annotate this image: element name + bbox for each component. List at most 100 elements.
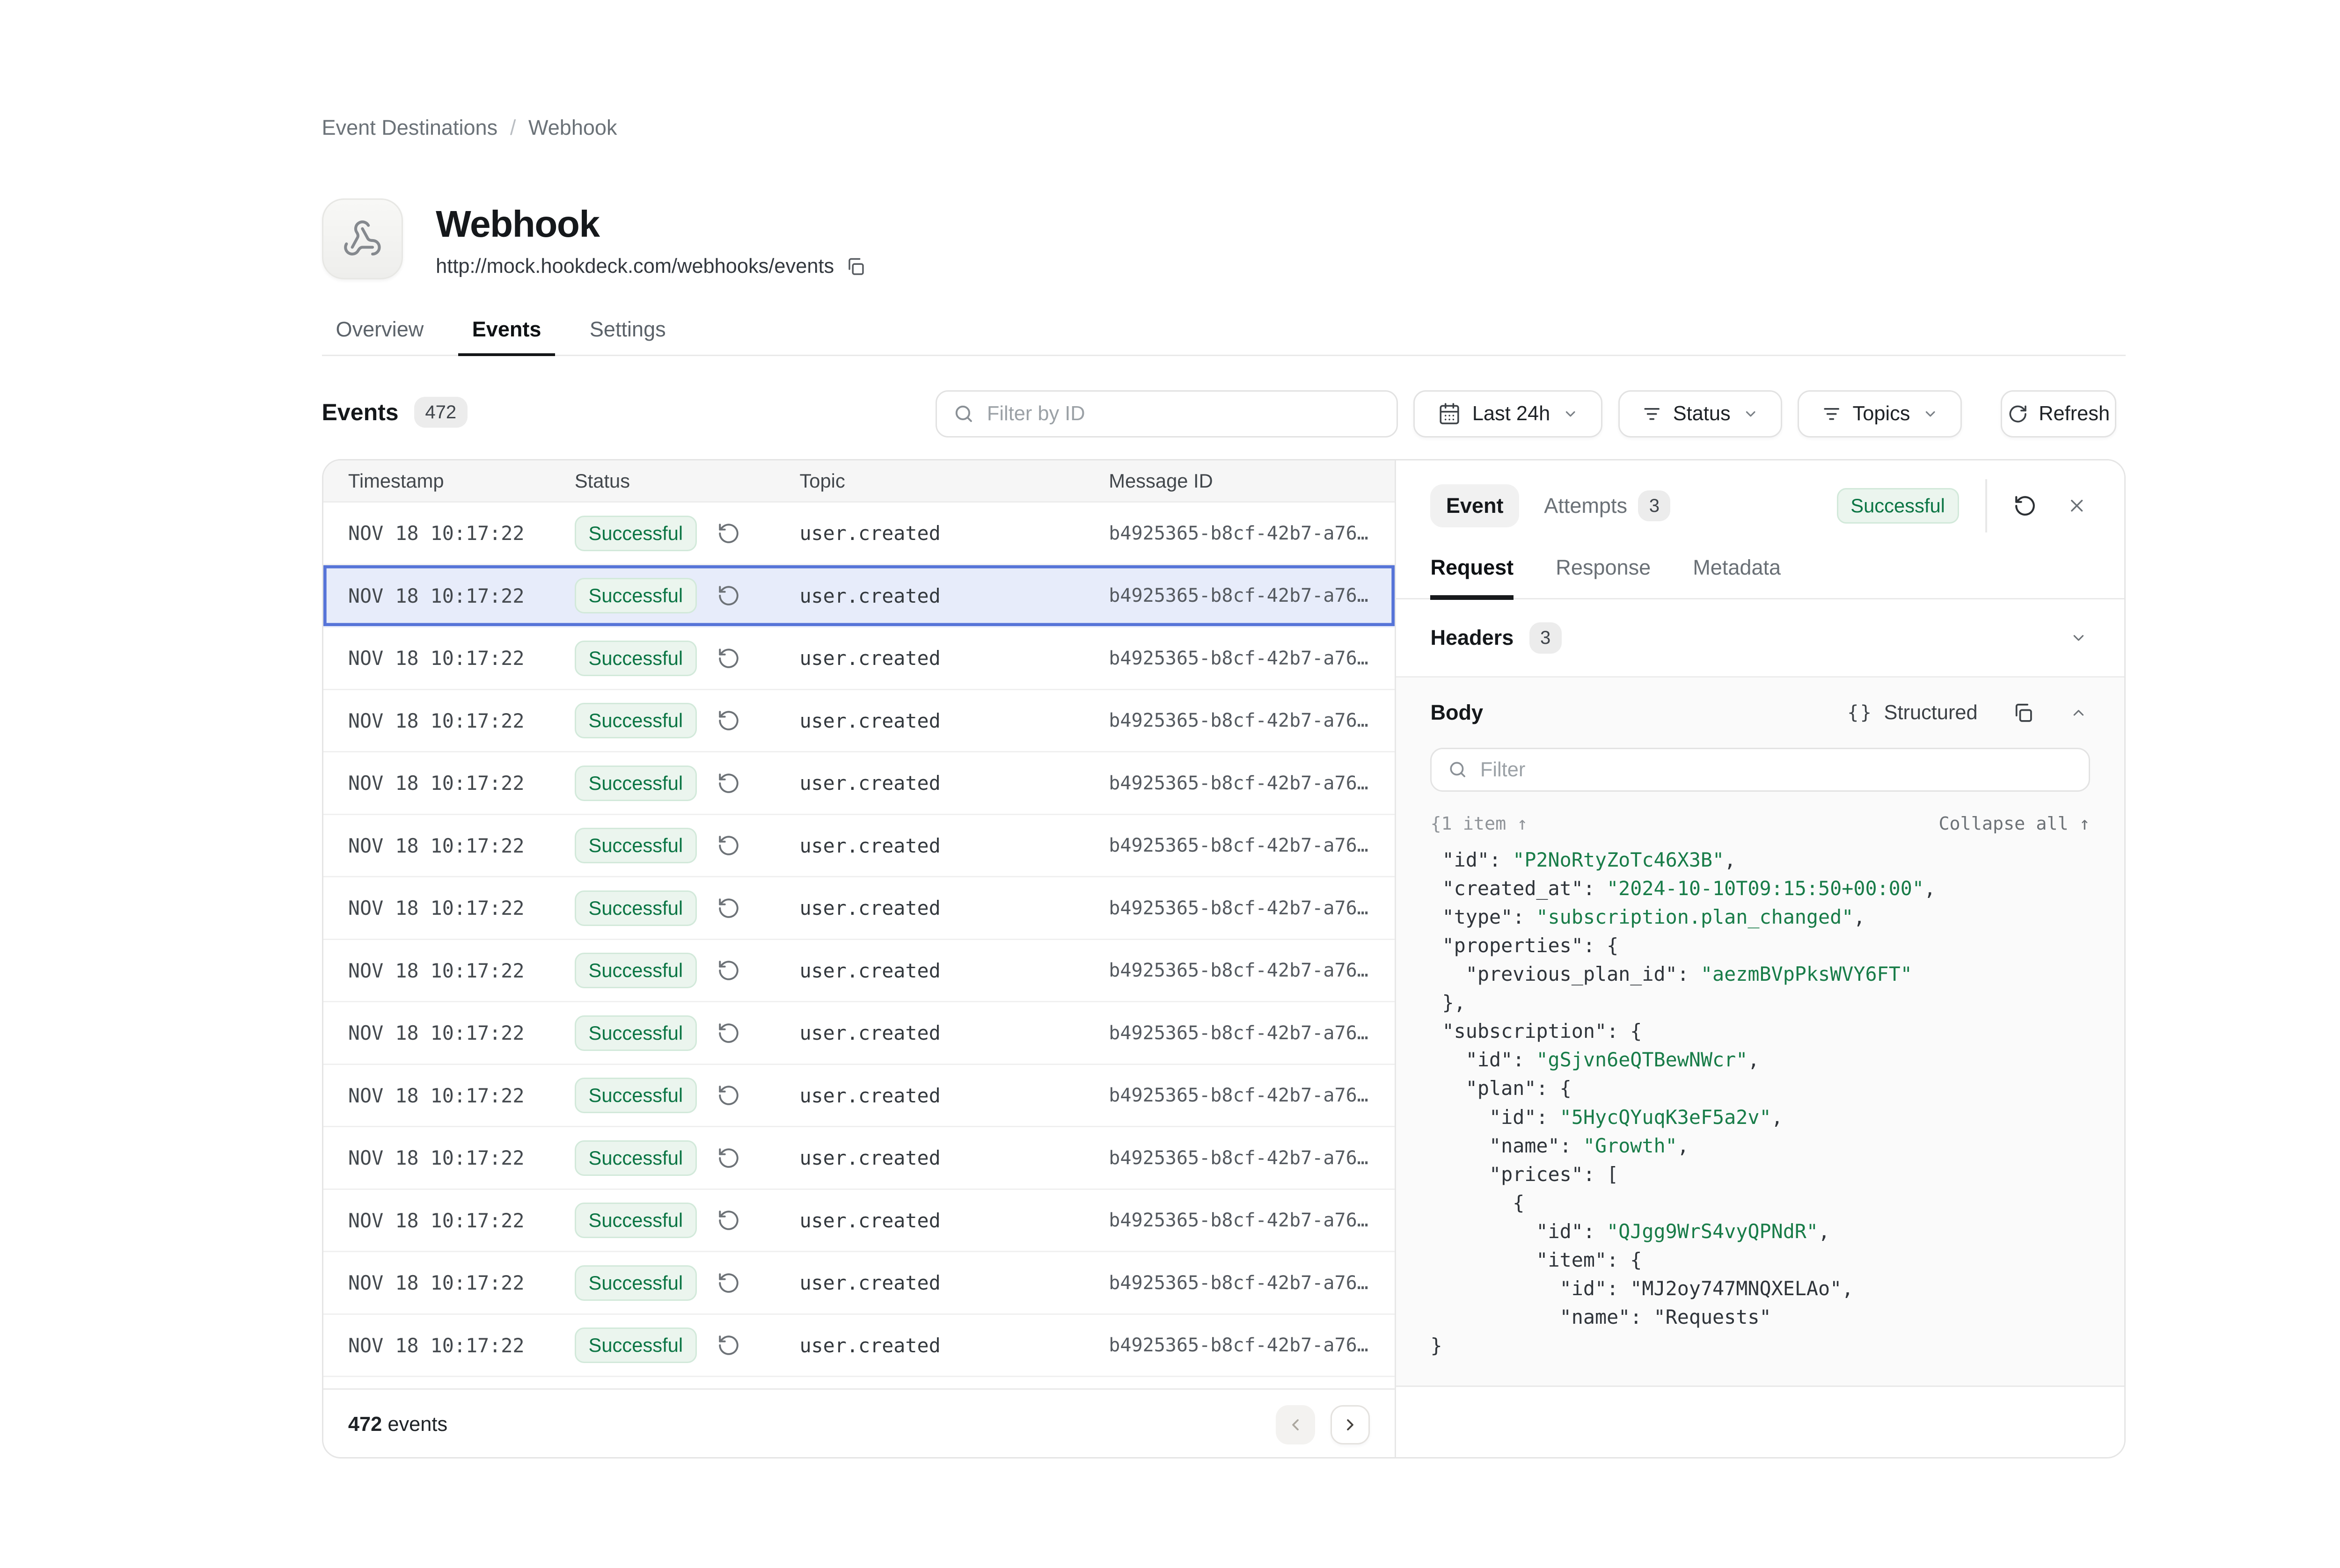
row-status-cell: Successful	[575, 578, 800, 613]
panel-tab-event[interactable]: Event	[1430, 484, 1519, 527]
retry-icon[interactable]	[717, 1334, 740, 1357]
table-row[interactable]: NOV 18 10:17:22Successful user.createdb4…	[323, 1065, 1395, 1128]
events-controls: Events 472 Last 24h Status	[322, 390, 2126, 437]
copy-body-icon[interactable]	[2012, 702, 2034, 724]
table-row[interactable]: NOV 18 10:17:22Successful user.createdb4…	[323, 1252, 1395, 1315]
row-status-cell: Successful	[575, 1327, 800, 1363]
json-line: "name": "Growth",	[1430, 1131, 2090, 1160]
collapse-all-button[interactable]: Collapse all ↑	[1938, 813, 2090, 834]
retry-icon[interactable]	[717, 897, 740, 920]
chevron-down-icon	[1563, 406, 1578, 422]
status-filter-button[interactable]: Status	[1618, 390, 1782, 437]
table-row[interactable]: NOV 18 10:17:22Successful user.createdb4…	[323, 1002, 1395, 1065]
webhook-icon	[342, 219, 383, 259]
tab-metadata[interactable]: Metadata	[1693, 551, 1781, 598]
webhook-events-page: Event Destinations / Webhook Webhook htt…	[0, 0, 2340, 1568]
date-range-button[interactable]: Last 24h	[1413, 390, 1602, 437]
row-message-id: b4925365-b8cf-42b7-a76…	[1109, 897, 1395, 919]
breadcrumb-event-destinations[interactable]: Event Destinations	[322, 116, 498, 140]
row-message-id: b4925365-b8cf-42b7-a76…	[1109, 835, 1395, 856]
row-timestamp: NOV 18 10:17:22	[348, 1084, 575, 1107]
retry-icon[interactable]	[717, 1021, 740, 1045]
retry-event-icon[interactable]	[2013, 494, 2037, 518]
retry-icon[interactable]	[717, 709, 740, 732]
table-row[interactable]: NOV 18 10:17:22Successful user.createdb4…	[323, 565, 1395, 628]
status-badge: Successful	[575, 1265, 697, 1301]
row-status-cell: Successful	[575, 828, 800, 863]
status-filter-label: Status	[1673, 402, 1731, 425]
row-topic: user.created	[799, 959, 1109, 982]
tab-request[interactable]: Request	[1430, 551, 1514, 598]
panel-bottom-strip	[1396, 1386, 2124, 1458]
table-row[interactable]: NOV 18 10:17:22Successful user.createdb4…	[323, 815, 1395, 878]
refresh-button[interactable]: Refresh	[2001, 390, 2116, 437]
row-status-cell: Successful	[575, 890, 800, 926]
table-row[interactable]: NOV 18 10:17:22Successful user.createdb4…	[323, 752, 1395, 815]
retry-icon[interactable]	[717, 772, 740, 795]
chevron-up-icon[interactable]	[2070, 704, 2087, 722]
retry-icon[interactable]	[717, 1271, 740, 1295]
json-line: "id": "P2NoRtyZoTc46X3B",	[1430, 846, 2090, 874]
table-row[interactable]: NOV 18 10:17:22Successful user.createdb4…	[323, 503, 1395, 565]
table-row[interactable]: NOV 18 10:17:22Successful user.createdb4…	[323, 627, 1395, 690]
status-badge: Successful	[575, 703, 697, 738]
headers-accordion[interactable]: Headers 3	[1396, 599, 2124, 678]
col-status: Status	[575, 470, 800, 492]
retry-icon[interactable]	[717, 1084, 740, 1107]
json-items-label[interactable]: {1 item ↑	[1430, 813, 1528, 834]
filter-by-id-input[interactable]	[987, 402, 1397, 425]
row-message-id: b4925365-b8cf-42b7-a76…	[1109, 960, 1395, 981]
status-badge: Successful	[575, 1203, 697, 1238]
table-row[interactable]: NOV 18 10:17:22Successful user.createdb4…	[323, 877, 1395, 940]
retry-icon[interactable]	[717, 647, 740, 670]
tab-overview[interactable]: Overview	[322, 315, 438, 355]
pagination-next-button[interactable]	[1331, 1405, 1369, 1444]
events-count-badge: 472	[414, 397, 468, 428]
json-line: {	[1430, 1189, 2090, 1217]
structured-view-toggle[interactable]: {} Structured	[1847, 701, 1977, 724]
entity-tabs: Overview Events Settings	[322, 315, 2126, 356]
copy-url-icon[interactable]	[845, 256, 865, 277]
table-row[interactable]: NOV 18 10:17:22Successful user.createdb4…	[323, 1127, 1395, 1190]
search-icon	[953, 403, 975, 425]
events-card: Timestamp Status Topic Message ID NOV 18…	[322, 459, 2126, 1459]
event-status-badge: Successful	[1837, 488, 1959, 524]
table-row[interactable]: NOV 18 10:17:22Successful user.createdb4…	[323, 690, 1395, 753]
retry-icon[interactable]	[717, 1209, 740, 1232]
json-line: "type": "subscription.plan_changed",	[1430, 903, 2090, 931]
status-badge: Successful	[575, 953, 697, 988]
row-timestamp: NOV 18 10:17:22	[348, 772, 575, 795]
chevron-down-icon	[1743, 406, 1758, 422]
chevron-down-icon[interactable]	[2070, 629, 2087, 647]
retry-icon[interactable]	[717, 959, 740, 982]
table-row[interactable]: NOV 18 10:17:22Successful user.createdb4…	[323, 1377, 1395, 1388]
entity-header: Webhook http://mock.hookdeck.com/webhook…	[322, 198, 865, 280]
close-panel-icon[interactable]	[2067, 496, 2087, 516]
json-line: "previous_plan_id": "aezmBVpPksWVY6FT"	[1430, 960, 2090, 988]
body-filter-input[interactable]	[1480, 758, 2089, 781]
retry-icon[interactable]	[717, 584, 740, 607]
json-line: "plan": {	[1430, 1074, 2090, 1102]
table-row[interactable]: NOV 18 10:17:22Successful user.createdb4…	[323, 1190, 1395, 1253]
tab-settings[interactable]: Settings	[576, 315, 680, 355]
table-row[interactable]: NOV 18 10:17:22Successful user.createdb4…	[323, 940, 1395, 1003]
retry-icon[interactable]	[717, 522, 740, 545]
pagination-prev-button[interactable]	[1276, 1405, 1315, 1444]
view-mode-label: Structured	[1884, 701, 1978, 724]
status-badge: Successful	[575, 578, 697, 613]
json-line: }	[1430, 1331, 2090, 1360]
footer-count-label: events	[388, 1413, 447, 1436]
retry-icon[interactable]	[717, 1146, 740, 1170]
tab-response[interactable]: Response	[1556, 551, 1651, 598]
row-timestamp: NOV 18 10:17:22	[348, 709, 575, 732]
panel-tab-attempts[interactable]: Attempts3	[1544, 490, 1670, 522]
table-row[interactable]: NOV 18 10:17:22Successful user.createdb4…	[323, 1315, 1395, 1378]
row-message-id: b4925365-b8cf-42b7-a76…	[1109, 585, 1395, 606]
retry-icon[interactable]	[717, 834, 740, 857]
row-message-id: b4925365-b8cf-42b7-a76…	[1109, 1022, 1395, 1044]
topics-filter-button[interactable]: Topics	[1798, 390, 1961, 437]
row-topic: user.created	[799, 1271, 1109, 1294]
events-table: Timestamp Status Topic Message ID NOV 18…	[323, 460, 1395, 1457]
row-topic: user.created	[799, 522, 1109, 545]
tab-events[interactable]: Events	[458, 315, 556, 355]
